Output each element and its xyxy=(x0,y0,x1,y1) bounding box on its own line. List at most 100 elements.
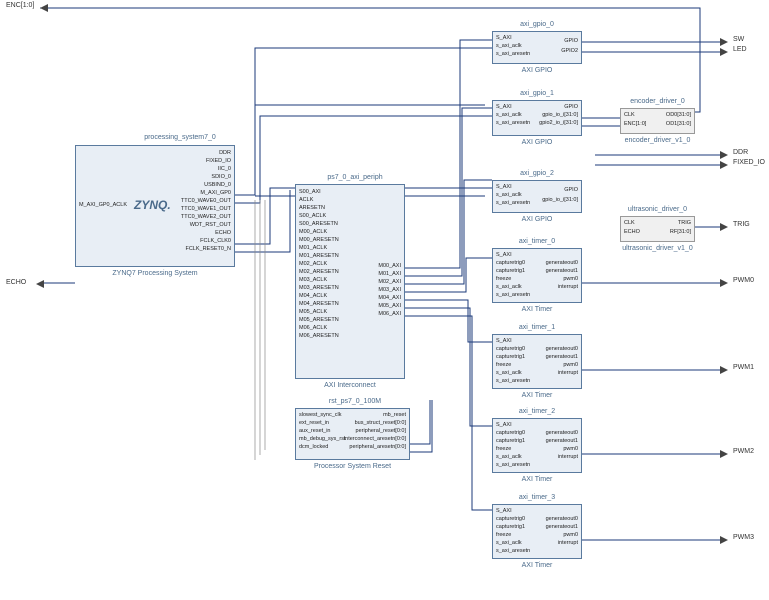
ext-pwm2: PWM2 xyxy=(733,448,754,455)
gpio0-aclk: s_axi_aclk xyxy=(496,43,522,49)
gpio1-saxi: S_AXI xyxy=(496,104,512,110)
echo-arrow xyxy=(36,280,44,288)
gpio0-title: axi_gpio_0 xyxy=(492,21,582,28)
t0-arst: s_axi_aresetn xyxy=(496,292,530,298)
ic-m03axi: M03_AXI xyxy=(378,287,401,293)
ic-m00aclk: M00_ACLK xyxy=(299,229,327,235)
ext-trig: TRIG xyxy=(733,221,750,228)
t1-g1: generateout1 xyxy=(546,354,578,360)
t0-ct0: capturetrig0 xyxy=(496,260,525,266)
ic-m05aclk: M05_ACLK xyxy=(299,309,327,315)
timer0-block: S_AXI capturetrig0 capturetrig1 freeze s… xyxy=(492,248,582,303)
reset-title: rst_ps7_0_100M xyxy=(300,398,410,405)
rst-aux: aux_reset_in xyxy=(299,428,331,434)
t1-int: interrupt xyxy=(558,370,578,376)
timer2-title: axi_timer_2 xyxy=(492,408,582,415)
timer3-title: axi_timer_3 xyxy=(492,494,582,501)
gpio2-aresetn: s_axi_aresetn xyxy=(496,200,530,206)
rst-bus: bus_struct_reset[0:0] xyxy=(355,420,406,426)
gpio1-type: AXI GPIO xyxy=(493,139,581,146)
t1-saxi: S_AXI xyxy=(496,338,512,344)
ic-m05aresetn: M05_ARESETN xyxy=(299,317,339,323)
t0-aclk: s_axi_aclk xyxy=(496,284,522,290)
us-clk: CLK xyxy=(624,220,635,226)
t1-g0: generateout0 xyxy=(546,346,578,352)
gpio1-aresetn: s_axi_aresetn xyxy=(496,120,530,126)
ic-aresetn: ARESETN xyxy=(299,205,325,211)
us-echo: ECHO xyxy=(624,229,640,235)
t3-saxi: S_AXI xyxy=(496,508,512,514)
interconnect-block: S00_AXI ACLK ARESETN S00_ACLK S00_ARESET… xyxy=(295,184,405,379)
gpio2-aclk: s_axi_aclk xyxy=(496,192,522,198)
t3-ct0: capturetrig0 xyxy=(496,516,525,522)
ps7-port-freset: FCLK_RESET0_N xyxy=(185,246,231,252)
ps7-port-sdio: SDIO_0 xyxy=(211,174,231,180)
timer0-title: axi_timer_0 xyxy=(492,238,582,245)
t2-ct0: capturetrig0 xyxy=(496,430,525,436)
ultrasonic-block: CLK ECHO TRIG RF[31:0] ultrasonic_driver… xyxy=(620,216,695,242)
timer1-title: axi_timer_1 xyxy=(492,324,582,331)
gpio2-gio: gpio_io_i[31:0] xyxy=(542,197,578,203)
timer1-type: AXI Timer xyxy=(493,392,581,399)
reset-type: Processor System Reset xyxy=(296,463,409,470)
t2-aclk: s_axi_aclk xyxy=(496,454,522,460)
ps7-type: ZYNQ7 Processing System xyxy=(76,270,234,277)
encoder-block: CLK ENC[1:0] OD0[31:0] OD1[31:0] encoder… xyxy=(620,108,695,134)
reset-block: slowest_sync_clk ext_reset_in aux_reset_… xyxy=(295,408,410,460)
ext-pwm0: PWM0 xyxy=(733,277,754,284)
pwm1-arrow xyxy=(720,366,728,374)
gpio1-g2io: gpio2_io_i[31:0] xyxy=(539,120,578,126)
t2-saxi: S_AXI xyxy=(496,422,512,428)
ic-m04axi: M04_AXI xyxy=(378,295,401,301)
rst-mbr: mb_reset xyxy=(383,412,406,418)
ic-m05axi: M05_AXI xyxy=(378,303,401,309)
ic-m03aresetn: M03_ARESETN xyxy=(299,285,339,291)
ic-aclk: ACLK xyxy=(299,197,313,203)
t3-pwm: pwm0 xyxy=(563,532,578,538)
ddr-arrow xyxy=(720,151,728,159)
ic-m01aclk: M01_ACLK xyxy=(299,245,327,251)
pwm2-arrow xyxy=(720,450,728,458)
encoder-title: encoder_driver_0 xyxy=(620,98,695,105)
gpio0-aresetn: s_axi_aresetn xyxy=(496,51,530,57)
interconnect-title: ps7_0_axi_periph xyxy=(300,174,410,181)
ext-fixedio: FIXED_IO xyxy=(733,159,765,166)
ic-m06aresetn: M06_ARESETN xyxy=(299,333,339,339)
ps7-port-maxigp0: M_AXI_GP0 xyxy=(200,190,231,196)
t2-g1: generateout1 xyxy=(546,438,578,444)
gpio0-type: AXI GPIO xyxy=(493,67,581,74)
ext-led: LED xyxy=(733,46,747,53)
t2-arst: s_axi_aresetn xyxy=(496,462,530,468)
gpio2-type: AXI GPIO xyxy=(493,216,581,223)
rst-ssc: slowest_sync_clk xyxy=(299,412,342,418)
t2-pwm: pwm0 xyxy=(563,446,578,452)
ext-enc: ENC[1:0] xyxy=(6,2,34,9)
rst-ica: interconnect_aresetn[0:0] xyxy=(344,436,406,442)
t1-arst: s_axi_aresetn xyxy=(496,378,530,384)
t2-int: interrupt xyxy=(558,454,578,460)
t1-ct0: capturetrig0 xyxy=(496,346,525,352)
led-arrow xyxy=(720,48,728,56)
rst-mb: mb_debug_sys_rst xyxy=(299,436,345,442)
t3-frz: freeze xyxy=(496,532,511,538)
ic-m06axi: M06_AXI xyxy=(378,311,401,317)
ps7-port-ddr: DDR xyxy=(219,150,231,156)
rst-dcm: dcm_locked xyxy=(299,444,328,450)
ic-m02aclk: M02_ACLK xyxy=(299,261,327,267)
ic-s00aresetn: S00_ARESETN xyxy=(299,221,338,227)
gpio1-gio: gpio_io_i[31:0] xyxy=(542,112,578,118)
gpio0-saxi: S_AXI xyxy=(496,35,512,41)
t1-aclk: s_axi_aclk xyxy=(496,370,522,376)
gpio0-gpio2: GPIO2 xyxy=(561,48,578,54)
ps7-port-ttc2: TTC0_WAVE2_OUT xyxy=(181,214,231,220)
ic-m04aclk: M04_ACLK xyxy=(299,293,327,299)
t2-frz: freeze xyxy=(496,446,511,452)
ic-s00aclk: S00_ACLK xyxy=(299,213,326,219)
ic-m01axi: M01_AXI xyxy=(378,271,401,277)
enc-clk: CLK xyxy=(624,112,635,118)
ic-m06aclk: M06_ACLK xyxy=(299,325,327,331)
ext-echo: ECHO xyxy=(6,279,26,286)
gpio1-block: S_AXI s_axi_aclk s_axi_aresetn GPIO gpio… xyxy=(492,100,582,136)
ic-m02aresetn: M02_ARESETN xyxy=(299,269,339,275)
timer1-block: S_AXI capturetrig0 capturetrig1 freeze s… xyxy=(492,334,582,389)
